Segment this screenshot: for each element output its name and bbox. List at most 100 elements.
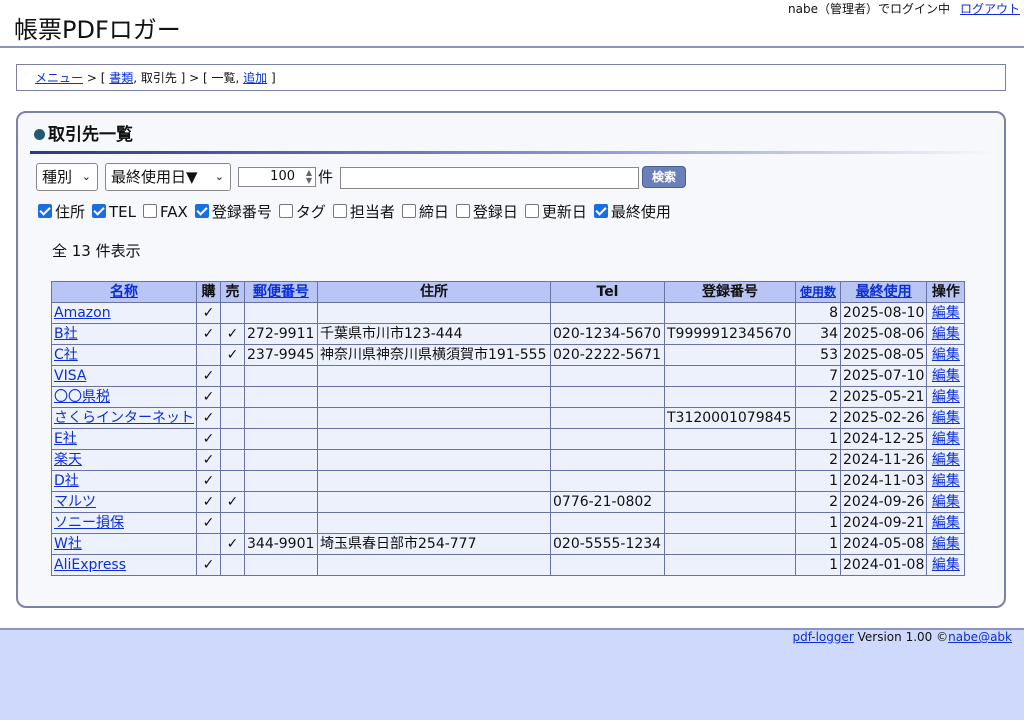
- cell-name: C社: [51, 344, 197, 366]
- client-name-link[interactable]: さくらインターネット: [54, 410, 194, 426]
- cell-last: 2024-12-25: [839, 428, 928, 450]
- cell-last: 2025-02-26: [839, 407, 928, 429]
- column-toggle[interactable]: タグ: [278, 203, 326, 221]
- client-name-link[interactable]: AliExpress: [54, 557, 126, 573]
- col-header-last[interactable]: 最終使用: [839, 281, 928, 303]
- checkbox-unchecked-icon[interactable]: [524, 204, 539, 218]
- checkbox-checked-icon[interactable]: [593, 204, 608, 218]
- client-name-link[interactable]: 楽天: [54, 452, 82, 468]
- table-row: D社 ✓ 1 2024-11-03 編集: [51, 470, 966, 492]
- cell-last: 2024-05-08: [839, 533, 928, 555]
- cell-sell: [220, 302, 245, 324]
- logout-link[interactable]: ログアウト: [960, 2, 1020, 16]
- edit-link[interactable]: 編集: [932, 473, 960, 489]
- cell-last: 2024-11-03: [839, 470, 928, 492]
- checkbox-checked-icon[interactable]: [92, 204, 107, 218]
- cell-postal: [244, 428, 318, 450]
- client-name-link[interactable]: D社: [54, 473, 79, 489]
- breadcrumb-menu-link[interactable]: メニュー: [35, 71, 83, 85]
- edit-link[interactable]: 編集: [932, 431, 960, 447]
- type-select[interactable]: 種別 ⌄: [36, 163, 98, 191]
- cell-name: VISA: [51, 365, 197, 387]
- column-toggle[interactable]: 担当者: [332, 203, 395, 221]
- table-row: E社 ✓ 1 2024-12-25 編集: [51, 428, 966, 450]
- edit-link[interactable]: 編集: [932, 410, 960, 426]
- client-name-link[interactable]: C社: [54, 347, 78, 363]
- edit-link[interactable]: 編集: [932, 305, 960, 321]
- search-input[interactable]: [340, 167, 639, 189]
- column-toggle[interactable]: 登録日: [455, 203, 518, 221]
- count-stepper[interactable]: 100 ▲ ▼: [238, 167, 316, 187]
- table-row: W社 ✓ 344-9901 埼玉県春日部市254-777 020-5555-1234 1 2…: [51, 533, 966, 555]
- cell-name: 楽天: [51, 449, 197, 471]
- sort-select[interactable]: 最終使用日▼ ⌄: [105, 163, 231, 191]
- cell-usage: 2: [795, 491, 841, 513]
- table-row: B社 ✓ ✓ 272-9911 千葉県市川市123-444 020-1234-5670 T9…: [51, 323, 966, 345]
- cell-action: 編集: [926, 323, 966, 345]
- edit-link[interactable]: 編集: [932, 515, 960, 531]
- checkbox-unchecked-icon[interactable]: [401, 204, 416, 218]
- col-header-tel: Tel: [550, 281, 665, 303]
- col-header-postal[interactable]: 郵便番号: [244, 281, 318, 303]
- col-header-name[interactable]: 名称: [51, 281, 197, 303]
- sort-postal-link[interactable]: 郵便番号: [253, 284, 309, 300]
- client-name-link[interactable]: W社: [54, 536, 82, 552]
- col-header-sell: 売: [220, 281, 245, 303]
- checkbox-unchecked-icon[interactable]: [455, 204, 470, 218]
- client-name-link[interactable]: B社: [54, 326, 78, 342]
- column-toggle[interactable]: 最終使用: [593, 203, 671, 221]
- client-name-link[interactable]: ソニー損保: [54, 515, 124, 531]
- column-toggle[interactable]: 更新日: [524, 203, 587, 221]
- cell-tel: [550, 428, 665, 450]
- edit-link[interactable]: 編集: [932, 494, 960, 510]
- column-toggle[interactable]: FAX: [143, 203, 188, 221]
- column-toggle-label: 締日: [418, 203, 449, 221]
- header: 帳票PDFロガー nabe（管理者）でログイン中 ログアウト: [0, 0, 1024, 48]
- cell-reg: [664, 386, 796, 408]
- column-toggle[interactable]: 締日: [401, 203, 449, 221]
- edit-link[interactable]: 編集: [932, 557, 960, 573]
- checkbox-unchecked-icon[interactable]: [332, 204, 347, 218]
- column-toggle[interactable]: TEL: [92, 203, 136, 221]
- breadcrumb-documents-link[interactable]: 書類: [109, 71, 133, 85]
- edit-link[interactable]: 編集: [932, 452, 960, 468]
- cell-sell: [220, 449, 245, 471]
- col-header-usage[interactable]: 使用数: [795, 281, 841, 303]
- edit-link[interactable]: 編集: [932, 368, 960, 384]
- cell-usage: 53: [795, 344, 841, 366]
- sort-usage-link[interactable]: 使用数: [800, 285, 836, 299]
- cell-tel: [550, 512, 665, 534]
- spinner-icon[interactable]: ▲ ▼: [306, 169, 312, 185]
- column-toggle[interactable]: 住所: [38, 203, 85, 221]
- cell-reg: [664, 533, 796, 555]
- edit-link[interactable]: 編集: [932, 326, 960, 342]
- client-name-link[interactable]: Amazon: [54, 305, 111, 321]
- cell-address: [317, 365, 551, 387]
- client-name-link[interactable]: 〇〇県税: [54, 389, 110, 405]
- edit-link[interactable]: 編集: [932, 347, 960, 363]
- cell-tel: 0776-21-0802: [550, 491, 665, 513]
- checkbox-unchecked-icon[interactable]: [278, 204, 293, 218]
- cell-postal: 344-9901: [244, 533, 318, 555]
- search-button[interactable]: 検索: [642, 166, 686, 188]
- client-name-link[interactable]: マルツ: [54, 494, 96, 510]
- column-toggle[interactable]: 登録番号: [194, 203, 272, 221]
- breadcrumb-add-link[interactable]: 追加: [243, 71, 267, 85]
- author-link[interactable]: nabe@abk: [948, 630, 1012, 644]
- sort-name-link[interactable]: 名称: [110, 284, 138, 300]
- cell-last: 2024-09-26: [839, 491, 928, 513]
- cell-postal: [244, 407, 318, 429]
- client-name-link[interactable]: VISA: [54, 368, 86, 384]
- sort-last-link[interactable]: 最終使用: [856, 284, 912, 300]
- cell-tel: 020-2222-5671: [550, 344, 665, 366]
- app-link[interactable]: pdf-logger: [792, 630, 853, 644]
- client-name-link[interactable]: E社: [54, 431, 77, 447]
- edit-link[interactable]: 編集: [932, 536, 960, 552]
- client-list-panel: 取引先一覧 種別 ⌄ 最終使用日▼ ⌄ 100 ▲ ▼ 件 検索 住所 TEL FAX 登録番…: [16, 111, 1006, 608]
- checkbox-checked-icon[interactable]: [194, 204, 209, 218]
- table-row: AliExpress ✓ 1 2024-01-08 編集: [51, 554, 966, 576]
- checkbox-unchecked-icon[interactable]: [143, 204, 158, 218]
- checkbox-checked-icon[interactable]: [38, 204, 52, 218]
- edit-link[interactable]: 編集: [932, 389, 960, 405]
- type-select-value: 種別: [42, 168, 73, 186]
